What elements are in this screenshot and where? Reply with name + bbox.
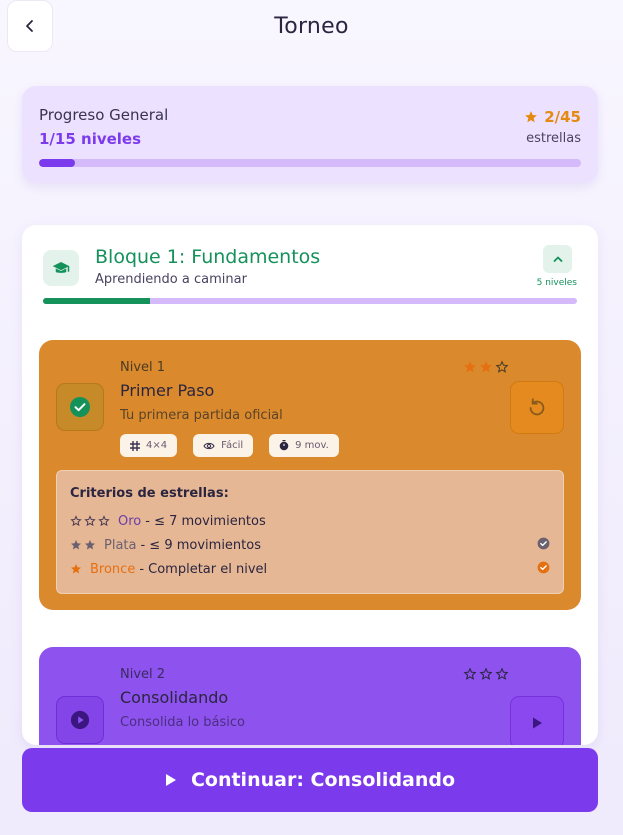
block-progress-bar: [43, 298, 577, 304]
tier-description: - Completar el nivel: [139, 561, 268, 577]
block-title: Bloque 1: Fundamentos: [95, 246, 321, 268]
criteria-stars: [70, 563, 82, 575]
criteria-title: Criterios de estrellas:: [70, 486, 229, 501]
moves-chip: 9 mov.: [269, 434, 339, 457]
block-card: Bloque 1: Fundamentos Aprendiendo a cami…: [22, 225, 598, 745]
star-outline-icon: [98, 515, 110, 527]
replay-button[interactable]: [510, 381, 564, 434]
star-outline-icon: [495, 667, 509, 680]
level-chips: 4×4 Fácil 9 mov.: [120, 434, 339, 457]
grid-size-chip: 4×4: [120, 434, 178, 457]
tier-label: Bronce: [90, 561, 136, 577]
star-filled-icon: [464, 361, 476, 373]
level-card[interactable]: Nivel 2 Consolidando Consolida lo básico: [39, 647, 581, 745]
play-button[interactable]: [510, 696, 564, 745]
star-filled-icon: [71, 564, 81, 574]
eye-icon: [203, 442, 215, 449]
continue-button[interactable]: Continuar: Consolidando: [22, 748, 598, 812]
achieved-icon: [537, 537, 550, 554]
block-icon-box: [43, 250, 79, 286]
level-name: Consolidando: [120, 688, 229, 707]
level-description: Tu primera partida oficial: [120, 408, 283, 423]
grid-size-label: 4×4: [146, 440, 168, 451]
continue-label: Continuar: Consolidando: [190, 769, 456, 791]
star-outline-icon: [70, 515, 82, 527]
criteria-row-bronce: Bronce - Completar el nivel: [70, 560, 550, 578]
star-filled-icon: [480, 361, 492, 373]
play-circle-icon: [70, 710, 90, 730]
difficulty-chip: Fácil: [193, 434, 254, 457]
check-circle-icon: [537, 537, 550, 549]
block-progress-fill: [43, 298, 150, 304]
collapse-button[interactable]: [543, 245, 572, 273]
star-filled-icon: [85, 540, 95, 550]
block-subtitle: Aprendiendo a caminar: [95, 272, 247, 287]
criteria-row-oro: Oro - ≤ 7 movimientos: [70, 512, 550, 530]
difficulty-label: Fácil: [221, 440, 244, 451]
overall-progress-fill: [39, 159, 75, 167]
play-icon: [165, 774, 176, 786]
chevron-up-icon: [553, 256, 562, 262]
overall-progress-card: Progreso General 1/15 niveles 2/45 estre…: [22, 86, 598, 183]
overall-progress-bar: [39, 159, 581, 167]
level-status: [56, 383, 104, 431]
block-level-count: 5 niveles: [536, 278, 577, 288]
level-number: Nivel 1: [120, 360, 166, 375]
tier-label: Oro: [118, 513, 142, 529]
level-name: Primer Paso: [120, 381, 215, 400]
star-criteria: Criterios de estrellas: Oro - ≤ 7 movimi…: [56, 470, 564, 594]
graduation-cap-icon: [52, 262, 70, 273]
progress-stars: 2/45: [524, 108, 581, 126]
criteria-row-plata: Plata - ≤ 9 movimientos: [70, 536, 550, 554]
level-number: Nivel 2: [120, 667, 166, 682]
level-description: Consolida lo básico: [120, 715, 245, 730]
star-outline-icon: [84, 515, 96, 527]
level-card[interactable]: Nivel 1 Primer Paso Tu primera partida o…: [39, 340, 581, 610]
star-outline-icon: [479, 667, 493, 680]
tier-description: - ≤ 7 movimientos: [145, 513, 266, 529]
stars-count: 2/45: [544, 108, 581, 126]
achieved-icon: [537, 561, 550, 578]
moves-label: 9 mov.: [295, 440, 329, 451]
progress-levels: 1/15 niveles: [39, 130, 142, 148]
timer-icon: [279, 440, 289, 451]
star-icon: [525, 111, 538, 123]
progress-label: Progreso General: [39, 106, 169, 124]
star-filled-icon: [71, 540, 81, 550]
page-title: Torneo: [274, 14, 349, 39]
tier-label: Plata: [104, 537, 137, 553]
rotate-ccw-icon: [529, 397, 545, 415]
star-outline-icon: [495, 360, 509, 373]
level-stars: [463, 667, 509, 681]
check-circle-icon: [70, 397, 90, 417]
stars-label: estrellas: [526, 131, 581, 146]
play-icon: [533, 717, 542, 728]
level-status: [56, 696, 104, 744]
criteria-stars: [70, 539, 96, 551]
check-circle-icon: [537, 561, 550, 573]
tier-description: - ≤ 9 movimientos: [140, 537, 261, 553]
grid-icon: [130, 440, 140, 451]
star-outline-icon: [463, 667, 477, 680]
level-stars: [463, 360, 509, 374]
criteria-stars: [70, 515, 110, 527]
